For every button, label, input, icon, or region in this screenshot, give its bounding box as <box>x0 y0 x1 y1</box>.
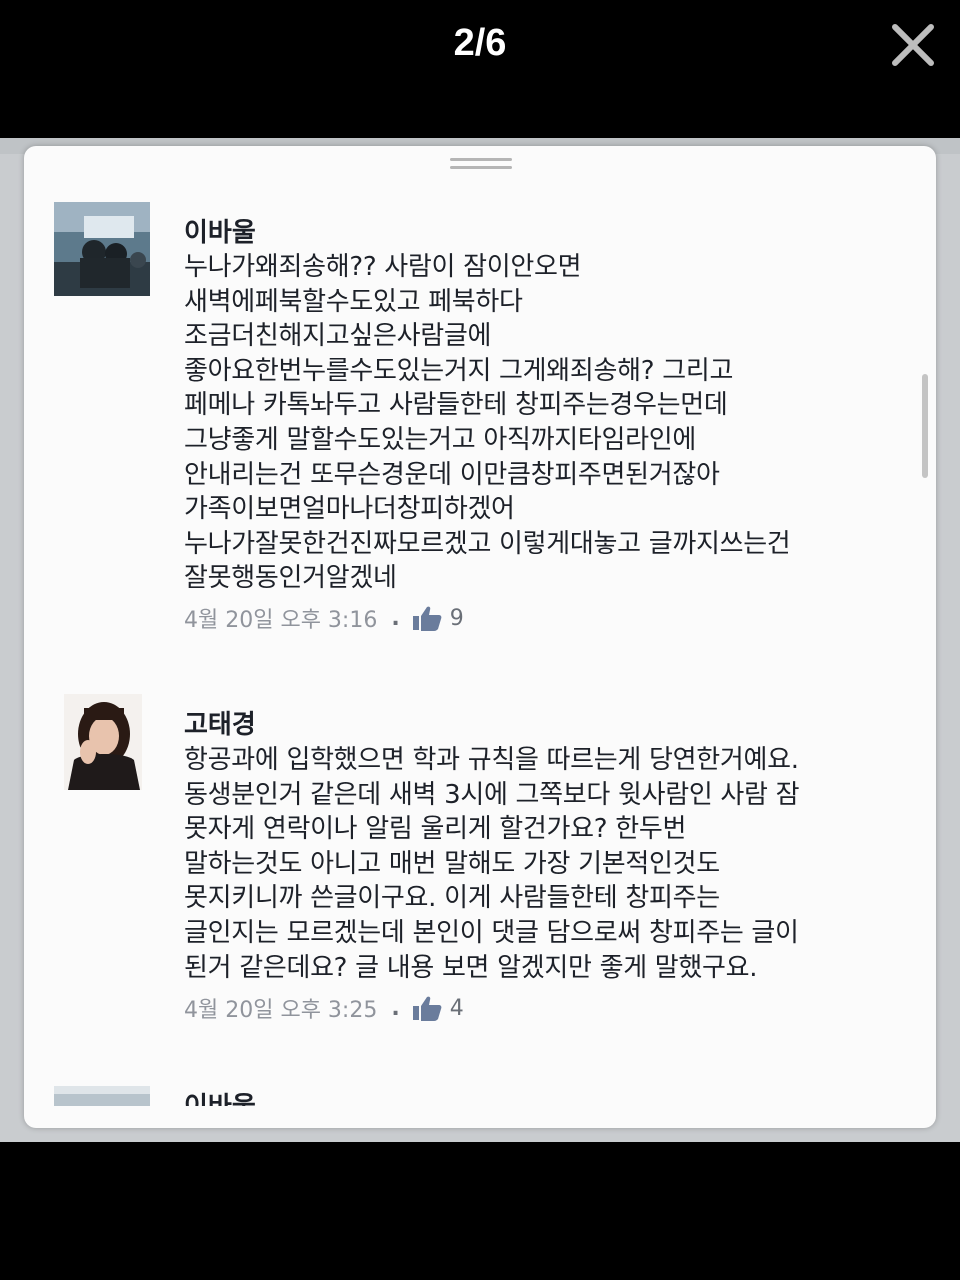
commenter-name[interactable]: 이바울 <box>184 1092 256 1106</box>
viewer-bottom-bar <box>0 1142 960 1280</box>
comment-timestamp[interactable]: 4월 20일 오후 3:25 <box>184 992 377 1024</box>
comment-text: 누나가왜죄송해?? 사람이 잠이안오면 새벽에페북할수도있고 페북하다 조금더친… <box>184 252 791 594</box>
comment-timestamp[interactable]: 4월 20일 오후 3:16 <box>184 602 377 634</box>
close-icon <box>892 24 934 66</box>
image-counter: 2/6 <box>453 22 507 64</box>
commenter-name[interactable]: 고태경 <box>184 704 256 741</box>
like-icon[interactable] <box>412 995 442 1021</box>
comments-sheet[interactable]: 이바울 누나가왜죄송해?? 사람이 잠이안오면 새벽에페북할수도있고 페북하다 … <box>24 146 936 1128</box>
avatar[interactable] <box>54 1086 150 1106</box>
close-button[interactable] <box>890 22 936 68</box>
comment-text: 항공과에 입학했으면 학과 규칙을 따르는게 당연한거예요. 동생분인거 같은데… <box>184 745 800 983</box>
comment-meta: 4월 20일 오후 3:25 . 4 <box>184 992 464 1024</box>
meta-separator: . <box>391 605 400 631</box>
like-icon[interactable] <box>412 605 442 631</box>
like-count: 4 <box>449 995 464 1021</box>
commenter-name[interactable]: 이바울 <box>184 212 256 249</box>
avatar[interactable] <box>54 202 150 296</box>
viewer-top-bar: 2/6 <box>0 0 960 138</box>
avatar[interactable] <box>64 694 142 790</box>
comment-meta: 4월 20일 오후 3:16 . 9 <box>184 602 464 634</box>
scrollbar[interactable] <box>922 374 928 478</box>
like-count: 9 <box>449 605 464 631</box>
drag-handle-icon[interactable] <box>450 158 512 174</box>
meta-separator: . <box>391 995 400 1021</box>
